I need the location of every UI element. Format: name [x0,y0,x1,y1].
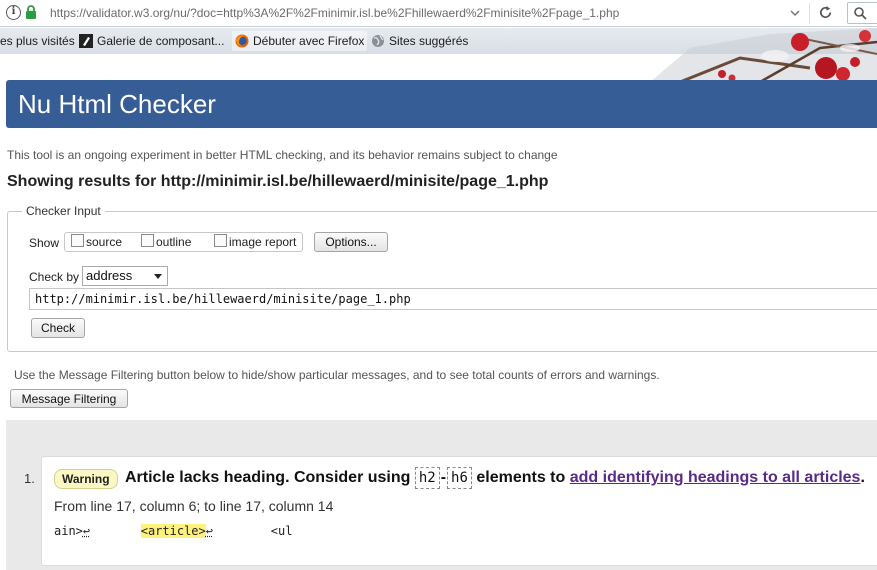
source-checkbox-label: source [86,235,123,249]
bookmarks-toolbar: es plus visités Galerie de composant... … [0,28,877,82]
results-heading: Showing results for http://minimir.isl.b… [7,173,549,190]
bookmark-suggested-sites[interactable]: Sites suggérés [371,31,468,51]
page-title: Nu Html Checker [18,89,216,119]
bookmark-gallery[interactable]: Galerie de composant... [79,31,224,51]
checker-input-legend: Checker Input [26,204,101,218]
filter-note: Use the Message Filtering button below t… [14,368,660,382]
theme-background [650,28,877,82]
check-button[interactable]: Check [31,318,85,338]
return-icon: ↩ [205,524,213,538]
code-dash: - [440,469,447,486]
extract-after: <ul [270,524,293,538]
lock-icon [26,5,36,19]
extract-before: ain> [54,524,83,538]
code-h6: h6 [447,467,472,489]
page-header: Nu Html Checker [6,80,877,128]
address-input[interactable]: http://minimir.isl.be/hillewaerd/minisit… [29,288,877,310]
image-report-checkbox-label: image report [229,235,297,249]
check-by-label: Check by [29,270,80,284]
message-filtering-button[interactable]: Message Filtering [10,389,128,408]
intro-text: This tool is an ongoing experiment in be… [7,148,558,162]
chevron-down-icon[interactable] [789,7,801,19]
message-number: 1. [24,471,35,486]
check-by-value: address [86,268,133,283]
bookmark-label: es plus visités [0,34,75,48]
bookmark-getting-started[interactable]: Débuter avec Firefox [232,31,368,51]
search-icon [854,7,867,20]
code-h2: h2 [414,467,440,489]
address-bar[interactable]: i https://validator.w3.org/nu/?doc=http%… [0,0,877,27]
message-location: From line 17, column 6; to line 17, colu… [54,498,334,514]
source-extract: ain>↩ <article>↩ <ul [54,522,292,540]
message-text-middle: elements to [476,469,566,486]
extract-highlight: <article> [140,524,206,538]
bookmark-label: Débuter avec Firefox [253,34,365,48]
chevron-down-icon [154,274,162,279]
globe-icon [372,35,384,47]
options-button[interactable]: Options... [314,232,388,252]
bookmark-most-visited[interactable]: es plus visités [0,31,75,51]
gallery-icon [79,34,93,48]
outline-checkbox-label: outline [156,235,192,249]
message-text: Article lacks heading. Consider using h2… [125,466,865,490]
divider [809,3,810,24]
reload-icon[interactable] [818,5,833,20]
warning-badge: Warning [54,469,118,489]
search-box[interactable] [847,2,877,24]
bookmark-label: Galerie de composant... [97,34,225,48]
show-label: Show [29,236,60,250]
bookmark-label: Sites suggérés [389,34,469,48]
message-text-before: Article lacks heading. Consider using [125,469,411,486]
image-report-checkbox[interactable] [214,234,227,247]
firefox-icon [235,34,249,48]
return-icon: ↩ [82,524,91,538]
show-options-group: source outline image report [64,232,303,252]
url-text[interactable]: https://validator.w3.org/nu/?doc=http%3A… [50,5,619,21]
info-icon[interactable]: i [6,5,21,20]
check-by-select[interactable]: address [82,266,168,286]
message-text-after: . [860,469,865,486]
headings-help-link[interactable]: add identifying headings to all articles [570,469,861,486]
source-checkbox[interactable] [71,234,84,247]
outline-checkbox[interactable] [141,234,154,247]
